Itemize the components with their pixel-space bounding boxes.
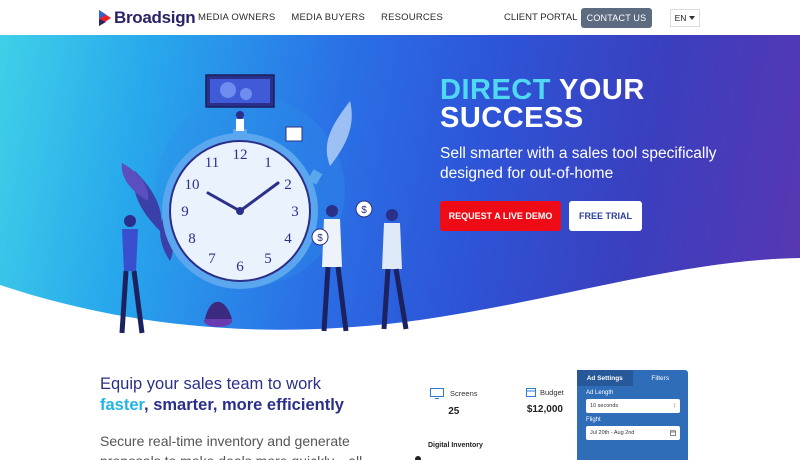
hero-illustration: 12 1 2 3 4 5 6 7 8 9 10 11 $ $ xyxy=(119,74,409,334)
chevron-down-icon xyxy=(689,16,696,20)
calendar-icon xyxy=(670,430,676,436)
monitor-icon xyxy=(430,388,444,399)
clock-number-10: 10 xyxy=(185,177,200,193)
budget-stat: Budget $12,000 xyxy=(526,388,564,415)
feature-title-highlight: faster xyxy=(100,396,145,414)
hero-section: 12 1 2 3 4 5 6 7 8 9 10 11 $ $ DIRECT YO… xyxy=(0,35,800,350)
clock-number-7: 7 xyxy=(208,251,216,267)
clock-number-6: 6 xyxy=(236,259,244,275)
svg-text:$: $ xyxy=(317,233,323,244)
clock-number-11: 11 xyxy=(205,155,219,171)
hero-title: DIRECT YOUR SUCCESS xyxy=(440,76,645,134)
ad-length-select[interactable]: 10 seconds ↕ xyxy=(586,399,680,413)
digital-inventory-label: Digital Inventory xyxy=(428,442,483,449)
flight-date-field[interactable]: Jul 20th - Aug 2nd xyxy=(586,426,680,440)
dashboard-preview: Screens 25 Budget $12,000 Digital Invent… xyxy=(415,370,690,460)
clock-number-8: 8 xyxy=(188,231,196,247)
ad-settings-panel: Ad Settings Filters Ad Length 10 seconds… xyxy=(577,370,688,460)
clock-number-9: 9 xyxy=(181,204,189,220)
hero-title-line2: SUCCESS xyxy=(440,102,584,134)
ad-length-value: 10 seconds xyxy=(590,403,619,409)
tab-filters[interactable]: Filters xyxy=(633,370,689,386)
budget-value: $12,000 xyxy=(526,404,563,415)
tab-ad-settings[interactable]: Ad Settings xyxy=(577,370,633,386)
flight-value: Jul 20th - Aug 2nd xyxy=(590,430,635,436)
logo-text: Broadsign xyxy=(114,8,196,27)
clock-number-12: 12 xyxy=(233,147,248,163)
feature-title: Equip your sales team to work faster, sm… xyxy=(100,374,344,416)
feature-body: Secure real-time inventory and generate … xyxy=(100,433,362,460)
clock-number-3: 3 xyxy=(291,204,299,220)
nav-media-owners[interactable]: MEDIA OWNERS xyxy=(198,12,275,23)
budget-label: Budget xyxy=(540,388,564,397)
broadsign-logo[interactable]: Broadsign xyxy=(99,8,196,28)
svg-text:$: $ xyxy=(361,205,367,216)
clock-number-2: 2 xyxy=(284,177,292,193)
panel-tabs: Ad Settings Filters xyxy=(577,370,688,386)
clock-number-4: 4 xyxy=(284,231,292,247)
screens-value: 25 xyxy=(448,406,460,417)
contact-us-button[interactable]: CONTACT US xyxy=(581,8,652,28)
clock-number-5: 5 xyxy=(264,251,272,267)
nav-resources[interactable]: RESOURCES xyxy=(381,12,443,23)
nav-media-buyers[interactable]: MEDIA BUYERS xyxy=(291,12,365,23)
hero-subtitle: Sell smarter with a sales tool specifica… xyxy=(440,145,717,182)
language-selector[interactable]: EN xyxy=(670,9,700,27)
select-arrows-icon: ↕ xyxy=(673,403,676,409)
ad-length-label: Ad Length xyxy=(586,390,614,396)
language-label: EN xyxy=(674,13,687,23)
feature-title-line1: Equip your sales team to work xyxy=(100,375,322,393)
free-trial-button[interactable]: FREE TRIAL xyxy=(569,201,642,231)
main-nav: MEDIA OWNERS MEDIA BUYERS RESOURCES xyxy=(198,12,443,23)
feature-title-rest: , smarter, more efficiently xyxy=(144,396,344,414)
logo-mark-icon xyxy=(99,10,111,26)
clock-number-1: 1 xyxy=(264,155,272,171)
top-navbar: Broadsign MEDIA OWNERS MEDIA BUYERS RESO… xyxy=(0,0,800,35)
flight-label: Flight xyxy=(586,417,601,423)
request-demo-button[interactable]: REQUEST A LIVE DEMO xyxy=(440,201,561,231)
screens-stat: Screens 25 xyxy=(430,388,478,417)
inventory-dot-icon xyxy=(415,456,421,460)
screens-label: Screens xyxy=(450,389,478,398)
client-portal-link[interactable]: CLIENT PORTAL xyxy=(504,12,577,23)
wallet-icon xyxy=(526,388,536,397)
